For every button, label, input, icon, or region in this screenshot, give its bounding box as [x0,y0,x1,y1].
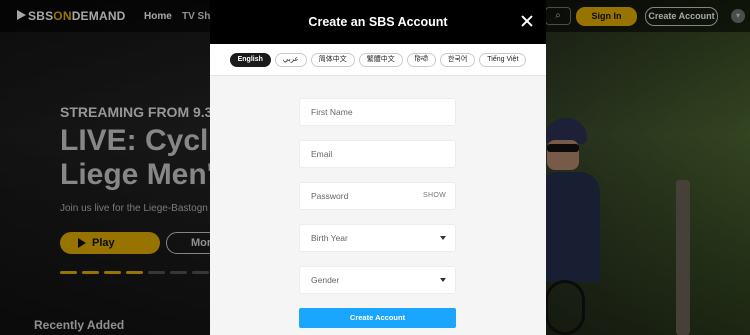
create-account-dialog: Create an SBS Account English عربي 简体中文 … [210,0,546,335]
birth-year-select[interactable]: Birth Year [300,225,455,251]
first-name-field[interactable]: First Name [300,99,455,125]
chevron-down-icon [440,236,446,240]
email-field[interactable]: Email [300,141,455,167]
dialog-title: Create an SBS Account [308,15,448,29]
language-option-korean[interactable]: 한국어 [439,52,476,67]
language-option-english[interactable]: English [229,52,271,67]
language-option-hindi[interactable]: हिन्दी [406,52,436,67]
chevron-down-icon [440,278,446,282]
language-option-arabic[interactable]: عربي [274,52,307,67]
password-field[interactable]: Password SHOW [300,183,455,209]
page: SBSONDEMAND Home TV Sho ⌕ Sign In Create… [0,0,750,335]
language-option-vietnamese[interactable]: Tiếng Việt [479,52,527,67]
language-option-traditional-chinese[interactable]: 繁體中文 [358,52,403,67]
show-password-toggle[interactable]: SHOW [423,192,446,199]
close-icon[interactable] [520,14,534,28]
create-account-submit-button[interactable]: Create Account [299,308,456,328]
dialog-header: Create an SBS Account [210,0,546,44]
language-selector: English عربي 简体中文 繁體中文 हिन्दी 한국어 Tiếng … [210,44,546,76]
language-option-simplified-chinese[interactable]: 简体中文 [310,52,355,67]
gender-select[interactable]: Gender [300,267,455,293]
